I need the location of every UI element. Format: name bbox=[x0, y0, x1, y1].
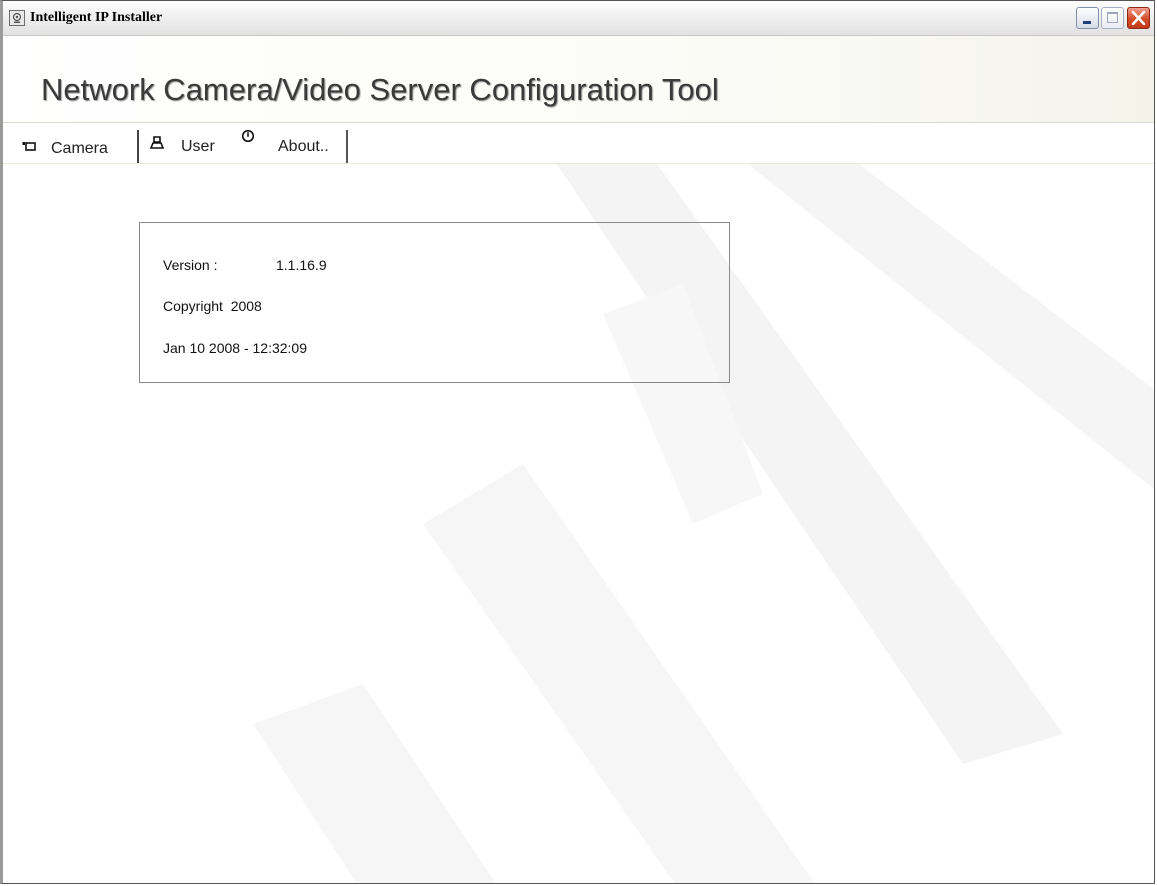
tab-user[interactable]: User bbox=[137, 130, 239, 163]
banner-title: Network Camera/Video Server Configuratio… bbox=[41, 72, 719, 107]
close-button[interactable] bbox=[1127, 7, 1150, 29]
info-icon bbox=[241, 129, 255, 148]
about-info-box: Version : 1.1.16.9 Copyright 2008 Jan 10… bbox=[139, 222, 730, 383]
close-icon bbox=[1131, 11, 1146, 25]
tab-camera[interactable]: Camera bbox=[9, 130, 140, 163]
maximize-button[interactable] bbox=[1101, 7, 1124, 29]
tab-user-label: User bbox=[181, 138, 215, 155]
about-panel: Version : 1.1.16.9 Copyright 2008 Jan 10… bbox=[3, 164, 1154, 883]
minimize-icon bbox=[1083, 21, 1091, 24]
app-window: Intelligent IP Installer Network Camera/… bbox=[0, 0, 1155, 884]
window-title: Intelligent IP Installer bbox=[30, 10, 163, 25]
version-row: Version : 1.1.16.9 bbox=[163, 257, 327, 273]
user-icon bbox=[149, 136, 165, 155]
build-date-text: Jan 10 2008 - 12:32:09 bbox=[163, 340, 308, 356]
copyright-text: Copyright 2008 bbox=[163, 298, 262, 314]
app-camera-icon[interactable] bbox=[9, 10, 25, 26]
header-banner: Network Camera/Video Server Configuratio… bbox=[3, 36, 1154, 123]
tab-about-label: About.. bbox=[278, 138, 329, 155]
tab-camera-label: Camera bbox=[51, 140, 108, 157]
maximize-icon bbox=[1107, 12, 1118, 23]
camera-icon bbox=[22, 140, 36, 158]
version-label: Version : bbox=[163, 257, 218, 273]
version-value: 1.1.16.9 bbox=[276, 257, 327, 273]
tab-about[interactable]: About.. bbox=[237, 129, 348, 163]
tab-bar: Camera User About.. bbox=[3, 123, 1154, 164]
minimize-button[interactable] bbox=[1076, 7, 1099, 29]
title-bar[interactable]: Intelligent IP Installer bbox=[3, 1, 1154, 36]
